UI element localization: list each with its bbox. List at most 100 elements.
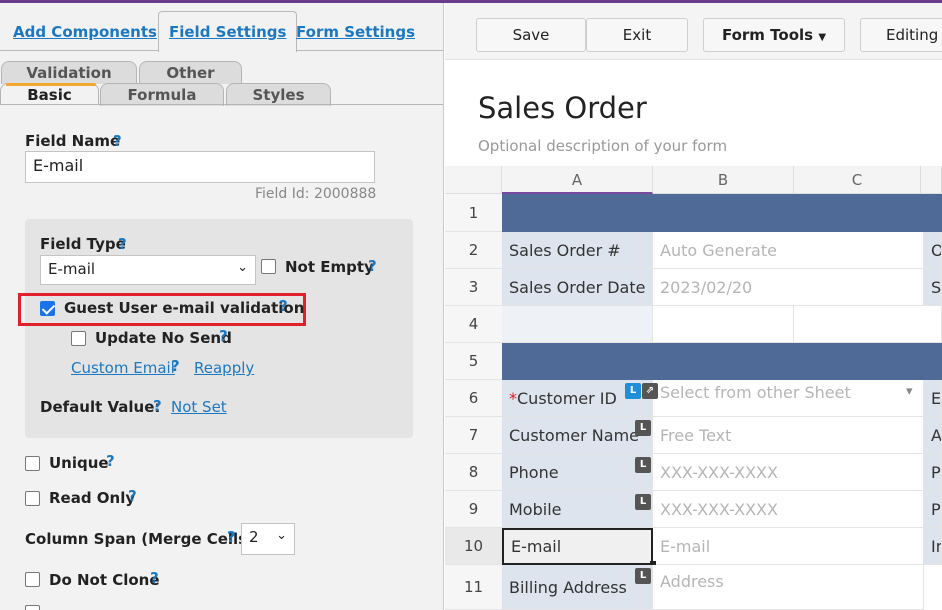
- form-description[interactable]: Optional description of your form: [478, 137, 727, 155]
- editing-button[interactable]: Editing: [860, 18, 942, 52]
- field-value-cell[interactable]: 2023/02/20: [653, 269, 924, 306]
- column-header-b[interactable]: B: [653, 166, 794, 194]
- save-button[interactable]: Save: [476, 18, 586, 52]
- row-number[interactable]: 11: [445, 565, 502, 610]
- field-value-cell[interactable]: E-mail: [653, 528, 924, 565]
- dropdown-arrow-icon[interactable]: ▾: [906, 384, 913, 399]
- form-title[interactable]: Sales Order: [478, 91, 647, 125]
- field-type-help-icon[interactable]: ?: [118, 235, 127, 253]
- section-header-band[interactable]: [502, 194, 942, 232]
- not-empty-help-icon[interactable]: ?: [368, 257, 377, 275]
- column-header-a[interactable]: A: [502, 166, 653, 194]
- column-span-select[interactable]: 2 ⌄: [241, 523, 295, 555]
- subtab-basic[interactable]: Basic: [0, 83, 99, 105]
- row-number[interactable]: 5: [445, 343, 502, 380]
- do-not-clone-checkbox[interactable]: [25, 572, 40, 587]
- field-label-text: E-mail: [511, 537, 562, 556]
- field-value-cell[interactable]: Address: [653, 565, 924, 610]
- next-field-label-cell[interactable]: P: [924, 491, 942, 528]
- field-label-cell[interactable]: Mobile: [502, 491, 653, 528]
- column-span-help-icon[interactable]: ?: [227, 528, 236, 546]
- row-number[interactable]: 4: [445, 306, 502, 343]
- unique-help-icon[interactable]: ?: [106, 452, 115, 470]
- update-no-send-label: Update No Send: [95, 329, 232, 347]
- default-value-help-icon[interactable]: ?: [153, 397, 162, 415]
- reapply-link[interactable]: Reapply: [194, 359, 254, 377]
- field-type-value: E-mail: [48, 260, 96, 278]
- row-number[interactable]: 6: [445, 380, 502, 417]
- next-field-label-cell[interactable]: St: [924, 269, 942, 306]
- subtab-other[interactable]: Other: [139, 61, 242, 84]
- field-settings-panel: Add Components Field Settings Form Setti…: [0, 3, 444, 610]
- read-only-checkbox[interactable]: [25, 491, 40, 506]
- field-value-cell[interactable]: Free Text: [653, 417, 924, 454]
- row-number[interactable]: 8: [445, 454, 502, 491]
- custom-email-help-icon[interactable]: ?: [171, 357, 180, 375]
- field-label-cell[interactable]: Customer Name: [502, 417, 653, 454]
- row-number[interactable]: 3: [445, 269, 502, 306]
- empty-cell[interactable]: [653, 306, 794, 343]
- field-label-cell[interactable]: Billing Address: [502, 565, 653, 610]
- form-tools-label: Form Tools: [721, 26, 814, 44]
- field-name-help-icon[interactable]: ?: [113, 132, 122, 150]
- guest-validation-checkbox[interactable]: [40, 301, 55, 316]
- exit-button[interactable]: Exit: [586, 18, 688, 52]
- field-value-cell[interactable]: XXX-XXX-XXXX: [653, 491, 924, 528]
- unique-label: Unique: [49, 454, 109, 472]
- field-label-text: Sales Order #: [509, 241, 621, 260]
- field-label-cell[interactable]: E-mail: [502, 528, 653, 565]
- default-value-label: Default Value:: [40, 398, 161, 416]
- tab-add-components[interactable]: Add Components: [13, 23, 157, 41]
- field-name-input[interactable]: E-mail: [25, 151, 375, 183]
- row-number[interactable]: 2: [445, 232, 502, 269]
- subtab-styles[interactable]: Styles: [226, 83, 331, 106]
- subtab-divider: [0, 104, 443, 105]
- guest-validation-help-icon[interactable]: ?: [279, 297, 288, 315]
- field-label-cell[interactable]: Sales Order Date: [502, 269, 653, 306]
- field-type-label: Field Type: [40, 235, 126, 253]
- corner-cell: [445, 166, 502, 194]
- subtab-formula[interactable]: Formula: [100, 83, 224, 106]
- section-header-band[interactable]: [502, 343, 942, 380]
- empty-cell[interactable]: [502, 306, 653, 343]
- subtab-validation[interactable]: Validation: [1, 61, 137, 84]
- next-field-label-cell[interactable]: A: [924, 417, 942, 454]
- field-label-cell[interactable]: Sales Order #: [502, 232, 653, 269]
- column-header-d[interactable]: [921, 166, 942, 194]
- row-number[interactable]: 1: [445, 194, 502, 232]
- next-field-label-cell[interactable]: P: [924, 454, 942, 491]
- field-value-cell[interactable]: Select from other Sheet: [653, 380, 924, 417]
- field-label-cell[interactable]: Phone: [502, 454, 653, 491]
- update-no-send-help-icon[interactable]: ?: [219, 327, 228, 345]
- field-label-text: Customer Name: [509, 426, 640, 445]
- not-empty-checkbox[interactable]: [261, 259, 276, 274]
- active-subtab-indicator: [6, 83, 96, 86]
- custom-email-link[interactable]: Custom Email: [71, 359, 175, 377]
- default-value-link[interactable]: Not Set: [171, 398, 227, 416]
- form-tools-button[interactable]: Form Tools ▼: [703, 18, 845, 52]
- read-only-help-icon[interactable]: ?: [128, 487, 137, 505]
- field-type-select[interactable]: E-mail ⌄: [40, 255, 256, 285]
- tab-form-settings[interactable]: Form Settings: [296, 23, 415, 41]
- empty-cell[interactable]: [794, 306, 942, 343]
- field-value-cell[interactable]: Auto Generate: [653, 232, 924, 269]
- editor-toolbar: Save Exit Form Tools ▼ Editing: [445, 3, 942, 60]
- unique-checkbox[interactable]: [25, 456, 40, 471]
- tab-field-settings[interactable]: Field Settings: [158, 11, 298, 52]
- top-tab-bar: Add Components Field Settings Form Setti…: [0, 3, 443, 52]
- column-header-c[interactable]: C: [794, 166, 921, 194]
- row-number[interactable]: 9: [445, 491, 502, 528]
- field-value-cell[interactable]: XXX-XXX-XXXX: [653, 454, 924, 491]
- next-field-label-cell[interactable]: El: [924, 380, 942, 417]
- row-number[interactable]: 10: [445, 528, 502, 565]
- field-label-text: Mobile: [509, 500, 562, 519]
- do-not-clone-help-icon[interactable]: ?: [150, 569, 159, 587]
- next-field-label-cell[interactable]: In: [924, 528, 942, 565]
- field-label-text: Phone: [509, 463, 559, 482]
- next-field-label-cell[interactable]: O: [924, 232, 942, 269]
- update-no-send-checkbox[interactable]: [71, 331, 86, 346]
- chevron-down-icon: ⌄: [276, 528, 287, 543]
- next-option-checkbox[interactable]: [25, 605, 40, 610]
- row-number[interactable]: 7: [445, 417, 502, 454]
- lock-badge-icon: L: [635, 420, 651, 436]
